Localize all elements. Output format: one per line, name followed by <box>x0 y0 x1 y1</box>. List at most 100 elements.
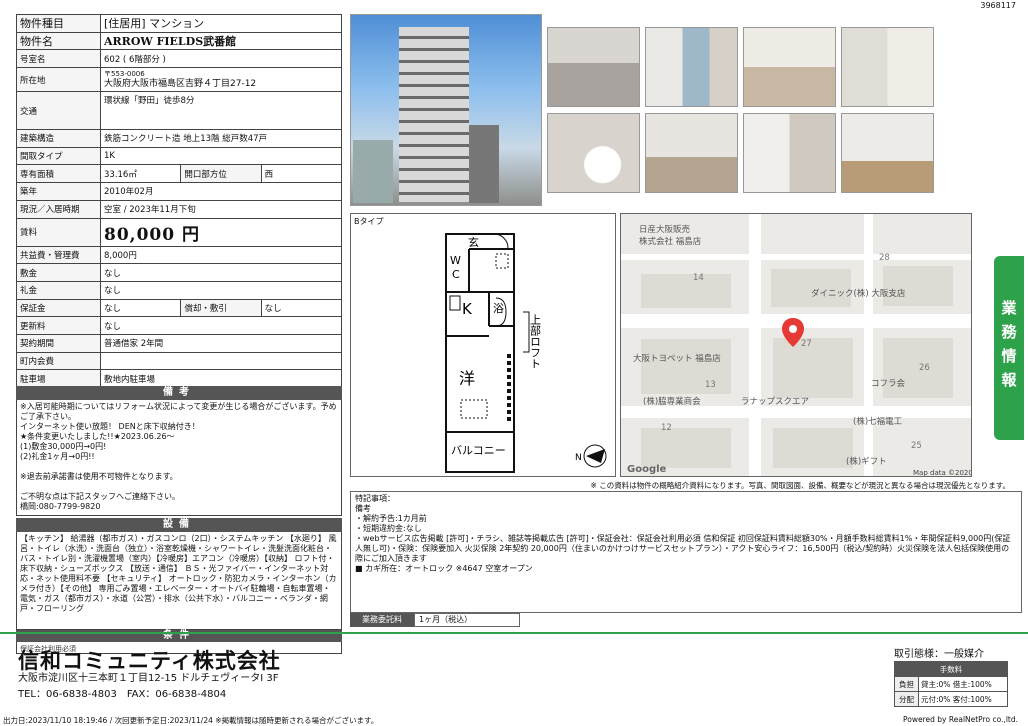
property-info-table: 物件種目 [住居用] マンション 物件名 ARROW FIELDS武番館 号室名 60… <box>16 14 343 388</box>
business-info-tab-char: 務 <box>1001 323 1017 341</box>
plan-washer <box>495 253 509 269</box>
plan-type-label: Bタイプ <box>354 217 384 226</box>
map-building <box>883 266 953 306</box>
key-money-label: 礼金 <box>16 280 101 300</box>
plan-western-label: 洋 <box>459 369 475 388</box>
thumb-room-1[interactable] <box>547 27 640 107</box>
thumb-room-2[interactable] <box>645 27 738 107</box>
traffic-value: 環状線「野田」徒歩8分 <box>100 91 342 131</box>
thumb-image <box>548 114 639 192</box>
map-road <box>749 214 761 476</box>
map-building <box>641 339 731 394</box>
powered-by: Powered by RealNetPro co.,ltd. <box>903 715 1018 724</box>
compass-north-label: N <box>575 453 582 463</box>
floor-plan: Bタイプ 玄 W C K 浴 洋 バルコニー 上部ロフト N <box>350 213 616 477</box>
type-value: [住居用] マンション <box>100 14 342 33</box>
remarks-box: ※入居可能時期についてはリフォーム状況によって変更が生じる場合がございます。予め… <box>16 400 342 516</box>
burden-label: 負担 <box>894 676 919 692</box>
map-road <box>864 214 873 476</box>
thumb-image <box>842 114 933 192</box>
plan-fridge <box>449 295 461 311</box>
map-place-label: (株)脇専業商会 <box>643 396 701 407</box>
remarks-line: インターネット使い放題！ DENと床下収納付き！ <box>20 422 200 431</box>
special-notes-line: ■ カギ所在：オートロック ※4647 空室オープン <box>355 564 533 573</box>
remarks-line: ご不明な点は下記スタッフへご連絡下さい。 <box>20 492 180 501</box>
thumb-bath[interactable] <box>841 27 934 107</box>
map-place-label: ラナップスクエア <box>741 397 809 407</box>
type-label: 物件種目 <box>16 14 101 33</box>
remarks-line: ※入居可能時期についてはリフォーム状況によって変更が生じる場合がございます。予め… <box>20 402 337 421</box>
map-disclaimer: ※ この資料は物件の概略紹介資料になります。写真、間取図面、設備、概要などが現況… <box>590 481 1010 490</box>
deposit-label: 敷金 <box>16 263 101 282</box>
location-map[interactable]: 日産大阪販売 株式会社 福島店ダイニック(株) 大阪支店大阪トヨペット 福島店 (株… <box>620 213 972 477</box>
key-money-value: なし <box>100 280 342 300</box>
building-photo-shape <box>353 140 393 203</box>
plan-bath-label: 浴 <box>493 302 504 315</box>
plan-floor-storage <box>460 399 488 419</box>
map-building <box>883 338 953 398</box>
thumb-image <box>646 114 737 192</box>
layout-label: 間取タイプ <box>16 146 101 166</box>
map-building <box>641 428 731 468</box>
opening-value: 西 <box>260 164 343 184</box>
document-id: 3968117 <box>980 1 1016 10</box>
commission-value: 1ヶ月（税込） <box>414 613 520 627</box>
company-address: 大阪市淀川区十三本町１丁目12-15 ドルチェヴィータⅠ 3F <box>18 673 279 684</box>
map-building <box>641 274 731 308</box>
burden-value: 貸主:0% 借主:100% <box>918 676 1008 692</box>
map-block-number: 26 <box>919 363 930 373</box>
special-notes-line: ・webサービス広告掲載 [許可]・チラシ、雑誌等掲載広告 [許可]・保証会社：… <box>355 534 1011 563</box>
remarks-header: 備考 <box>16 386 342 400</box>
special-notes-line: ・短期違約金:なし <box>355 524 422 533</box>
area-label: 専有面積 <box>16 164 101 184</box>
parking-value: 敷地内駐車場 <box>100 369 342 388</box>
remarks-line: (2)礼金1ヶ月→0円!! <box>20 452 95 461</box>
security-label: 保証金 <box>16 298 101 318</box>
equipment-header: 設備 <box>16 518 342 532</box>
thumb-room-3[interactable] <box>645 113 738 193</box>
building-photo-shape <box>469 125 499 203</box>
map-block-number: 27 <box>801 339 812 349</box>
thumb-closet[interactable] <box>743 113 836 193</box>
compass-icon: N <box>575 444 607 468</box>
business-info-tab-label: 業務情報 <box>994 296 1024 392</box>
map-place-label: 大阪トヨペット 福島店 <box>633 353 721 364</box>
map-block-number: 13 <box>705 380 716 390</box>
fee-value: 8,000円 <box>100 245 342 265</box>
special-notes: 特記事項： 備考 ・解約予告:1カ月前 ・短期違約金:なし ・webサービス広告掲載 [… <box>350 491 1022 613</box>
business-info-tab[interactable]: 業務情報 <box>994 256 1024 440</box>
thumb-room-4[interactable] <box>841 113 934 193</box>
map-place-label: (株)七福電工 <box>853 416 903 427</box>
map-place-label: 日産大阪販売 <box>639 224 691 235</box>
company-phone: TEL：06-6838-4803 FAX：06-6838-4804 <box>18 689 227 700</box>
contract-label: 契約期間 <box>16 333 101 353</box>
equipment-text: 【キッチン】 給湯器（都市ガス）・ガスコンロ（2口）・システムキッチン 【水廻り… <box>16 532 342 630</box>
special-notes-line: ・解約予告:1カ月前 <box>355 514 427 523</box>
thumb-image <box>842 28 933 106</box>
rent-value: 80,000 円 <box>100 217 342 247</box>
business-info-tab-char: 情 <box>1001 347 1017 365</box>
remarks-line: ★条件変更いたしました!!★2023.06.26～ <box>20 432 175 441</box>
map-building <box>773 428 853 468</box>
thumb-image <box>646 28 737 106</box>
commission-row: 業務委託料 1ヶ月（税込） <box>350 613 520 627</box>
structure-value: 鉄筋コンクリート造 地上13階 総戸数47戸 <box>100 129 342 148</box>
remarks-line <box>20 462 338 472</box>
transaction-box: 取引態様：一般媒介 手数料 負担 貸主:0% 借主:100% 分配 元付:0% 客付… <box>894 645 1008 707</box>
thumb-image <box>744 114 835 192</box>
map-block-number: 12 <box>661 423 672 433</box>
thumb-toilet[interactable] <box>547 113 640 193</box>
remarks-lines: ※入居可能時期についてはリフォーム状況によって変更が生じる場合がございます。予め… <box>20 402 338 512</box>
map-place-label: 株式会社 福島店 <box>639 236 702 247</box>
map-block-number: 28 <box>879 253 890 263</box>
rent-label: 賃料 <box>16 217 101 247</box>
plan-entrance-label: 玄 <box>468 235 479 249</box>
security-value: なし <box>99 298 182 318</box>
contract-value: 普通借家 2年間 <box>100 333 342 353</box>
google-logo: Google <box>627 464 667 475</box>
thumb-kitchen[interactable] <box>743 27 836 107</box>
business-info-tab-char: 業 <box>1001 299 1017 317</box>
map-place-label: ダイニック(株) 大阪支店 <box>811 288 906 299</box>
renew-value: なし <box>100 316 342 335</box>
town-fee-value <box>100 351 342 371</box>
